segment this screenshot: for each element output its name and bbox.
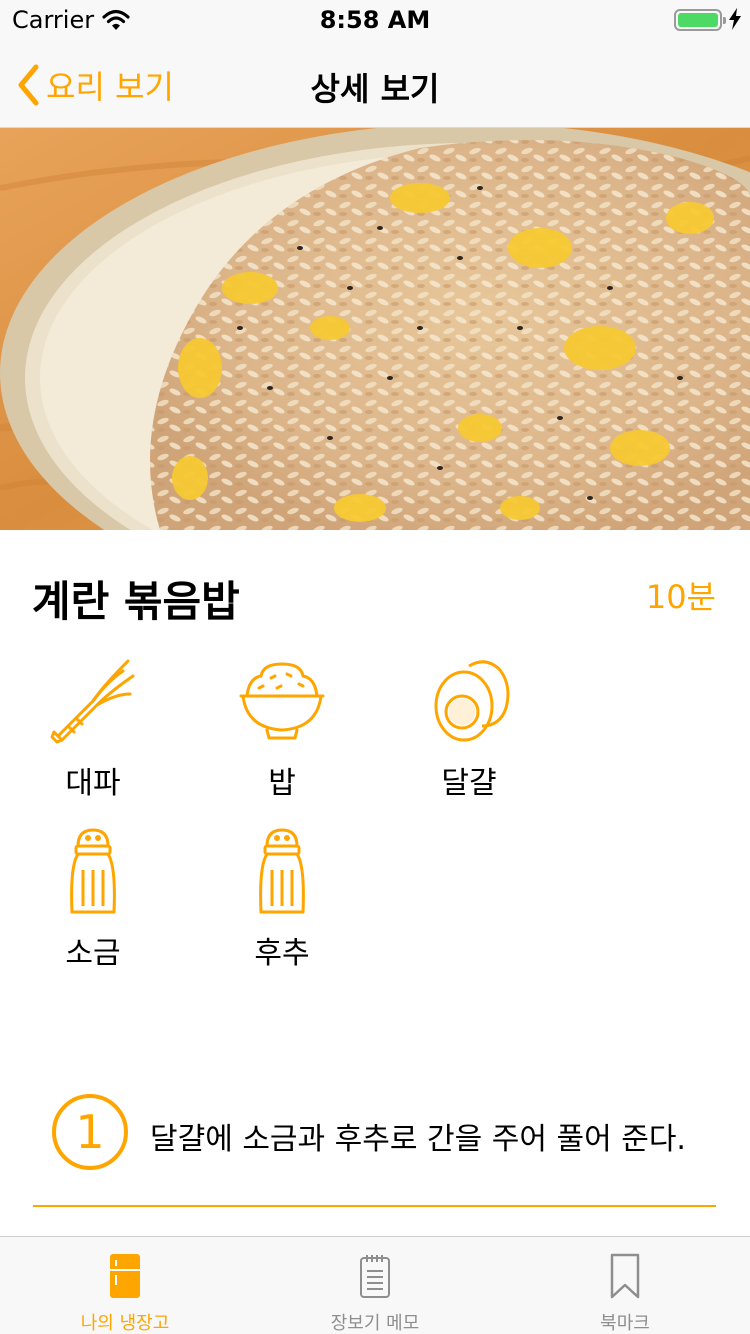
ingredient-label: 대파: [65, 766, 121, 801]
green-onion-icon: [50, 659, 135, 744]
battery-level: [678, 13, 718, 27]
page-title: 상세 보기: [310, 70, 440, 108]
charging-bolt-icon: [729, 8, 741, 30]
refrigerator-icon: [110, 1254, 140, 1298]
recipe-step: 1 달걀에 소금과 후추로 간을 주어 풀어 준다.: [52, 1094, 732, 1174]
navigation-bar: 요리 보기 상세 보기: [0, 40, 750, 128]
ingredient-label: 밥: [268, 766, 296, 801]
ingredient-label: 후추: [254, 936, 310, 971]
battery-icon: [674, 9, 726, 31]
ingredient-rice[interactable]: 밥: [222, 656, 342, 802]
ingredient-label: 소금: [65, 936, 121, 971]
ingredient-salt[interactable]: 소금: [33, 826, 153, 972]
tab-bar: 나의 냉장고 장보기 메모 북마크: [0, 1236, 750, 1334]
recipe-title: 계란 볶음밥: [32, 577, 240, 626]
bookmark-icon: [610, 1253, 640, 1299]
status-bar: Carrier 8:58 AM: [0, 0, 750, 40]
tab-bookmark[interactable]: 북마크: [500, 1237, 750, 1334]
ingredient-egg[interactable]: 달걀: [409, 656, 529, 802]
status-time: 8:58 AM: [319, 6, 431, 34]
tab-my-refrigerator[interactable]: 나의 냉장고: [0, 1237, 250, 1334]
ingredient-green-onion[interactable]: 대파: [33, 656, 153, 802]
step-text: 달걀에 소금과 후추로 간을 주어 풀어 준다.: [150, 1122, 686, 1157]
recipe-time: 10분: [645, 578, 716, 616]
ingredient-pepper[interactable]: 후추: [222, 826, 342, 972]
ingredient-label: 달걀: [441, 766, 497, 801]
tab-label: 북마크: [600, 1313, 650, 1334]
tab-label: 나의 냉장고: [80, 1313, 170, 1334]
notepad-icon: [360, 1255, 390, 1298]
tab-label: 장보기 메모: [330, 1313, 420, 1334]
salt-shaker-icon: [70, 828, 116, 914]
tab-shopping-memo[interactable]: 장보기 메모: [250, 1237, 500, 1334]
step-divider: [33, 1205, 716, 1207]
fried-rice-image: [0, 128, 750, 530]
step-number: 1: [52, 1094, 128, 1170]
pepper-shaker-icon: [259, 828, 305, 914]
rice-bowl-icon: [239, 662, 325, 740]
egg-icon: [434, 660, 510, 742]
recipe-photo: [0, 128, 750, 530]
